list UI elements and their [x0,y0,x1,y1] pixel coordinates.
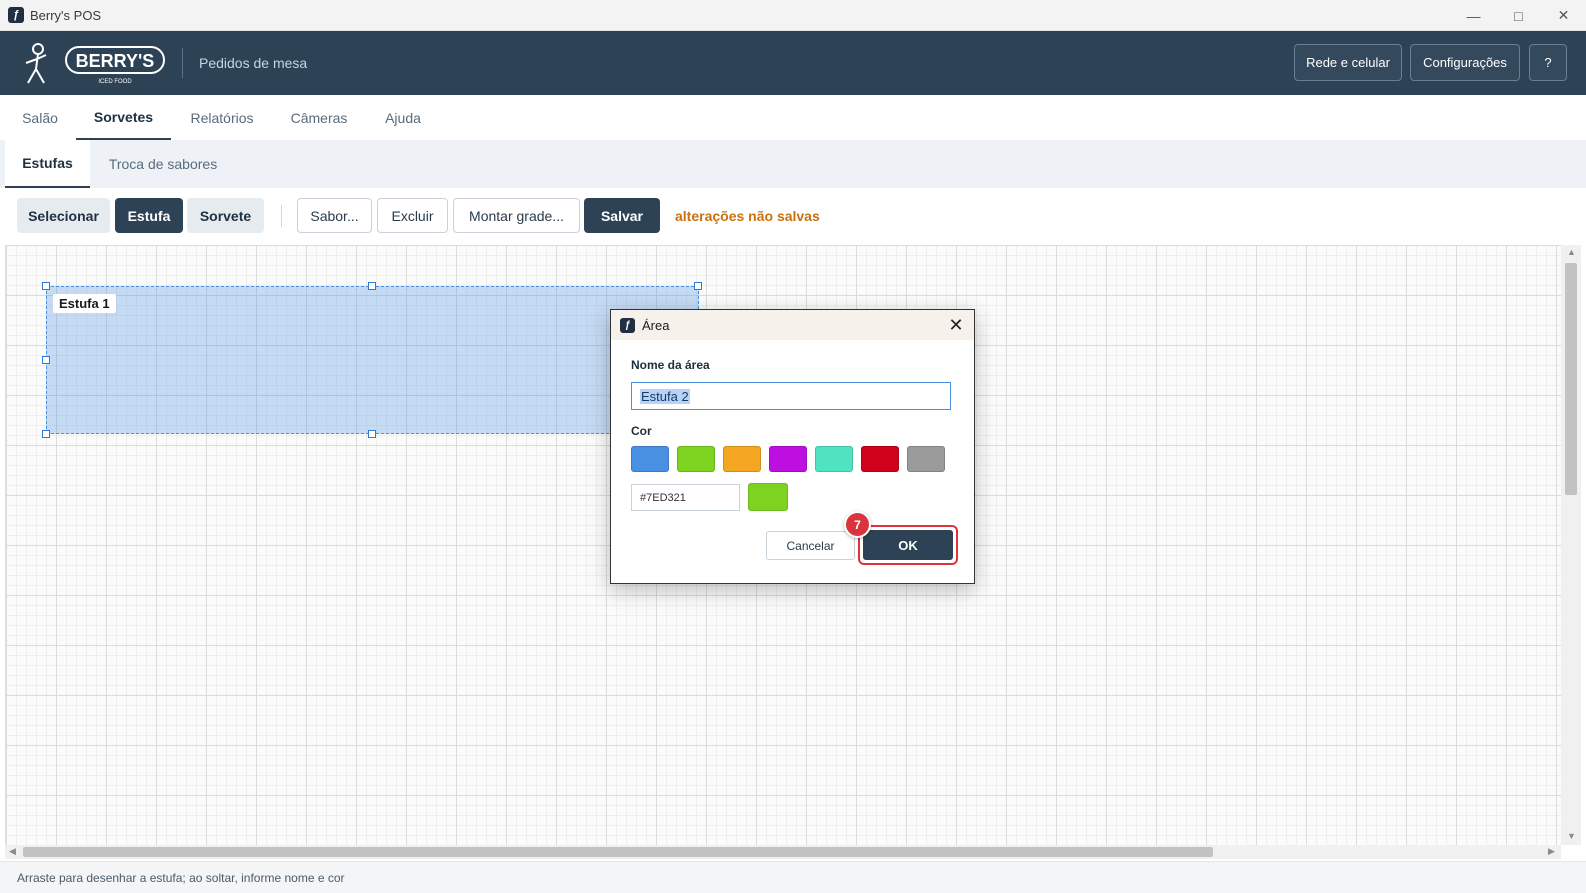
select-mode-button[interactable]: Selecionar [17,198,110,233]
app-header: BERRY'S ICED FOOD Pedidos de mesa Rede e… [0,31,1586,95]
dialog-title: Área [642,317,670,333]
dialog-titlebar: ƒ Área [611,310,974,340]
resize-handle-sw[interactable] [42,430,50,438]
estufa-area[interactable]: Estufa 1 [42,282,702,438]
resize-handle-s[interactable] [368,430,376,438]
sorvete-mode-button[interactable]: Sorvete [187,198,264,233]
area-name-input[interactable]: Estufa 2 [631,382,951,410]
color-swatch-orange[interactable] [723,446,761,472]
tab-relatorios[interactable]: Relatórios [186,95,258,140]
color-swatch-red[interactable] [861,446,899,472]
status-hint: Arraste para desenhar a estufa; ao solta… [17,871,345,885]
settings-button[interactable]: Configurações [1410,44,1520,81]
color-swatch-purple[interactable] [769,446,807,472]
color-swatch-teal[interactable] [815,446,853,472]
toolbar-divider [281,205,282,227]
cancel-button[interactable]: Cancelar [766,531,855,560]
build-grid-button[interactable]: Montar grade... [453,198,580,233]
window-title: Berry's POS [30,7,102,23]
save-button[interactable]: Salvar [584,198,660,233]
color-swatch-blue[interactable] [631,446,669,472]
color-label: Cor [631,424,652,438]
header-divider [182,48,183,78]
color-preview [748,483,788,511]
svg-text:ICED FOOD: ICED FOOD [98,79,132,85]
color-swatch-gray[interactable] [907,446,945,472]
resize-handle-ne[interactable] [694,282,702,290]
flavor-button[interactable]: Sabor... [297,198,372,233]
resize-handle-n[interactable] [368,282,376,290]
app-icon: ƒ [620,317,635,333]
scroll-up-icon[interactable]: ▲ [1567,247,1576,257]
delete-button[interactable]: Excluir [377,198,448,233]
vertical-scrollbar[interactable]: ▲ ▼ [1561,245,1581,845]
color-swatch-green[interactable] [677,446,715,472]
header-subtitle: Pedidos de mesa [199,55,308,71]
step-badge: 7 [844,511,871,538]
area-dialog: ƒ Área ✕ Nome da área Estufa 2 Cor #7ED3… [610,309,975,584]
tab-estufas[interactable]: Estufas [5,140,90,188]
hex-color-input[interactable]: #7ED321 [631,484,740,511]
vertical-scroll-thumb[interactable] [1565,263,1577,495]
status-bar: Arraste para desenhar a estufa; ao solta… [0,861,1586,893]
window-titlebar: ƒ Berry's POS — □ ✕ [0,0,1586,31]
close-window-icon[interactable]: ✕ [1541,0,1586,31]
help-button[interactable]: ? [1529,44,1567,81]
tab-cameras[interactable]: Câmeras [286,95,352,140]
resize-handle-nw[interactable] [42,282,50,290]
unsaved-changes-notice: alterações não salvas [675,208,820,224]
main-tabs: Salão Sorvetes Relatórios Câmeras Ajuda [0,95,1586,140]
tab-ajuda[interactable]: Ajuda [380,95,426,140]
app-icon: ƒ [8,7,24,23]
scroll-down-icon[interactable]: ▼ [1567,831,1576,841]
network-button[interactable]: Rede e celular [1294,44,1402,81]
toolbar: Selecionar Estufa Sorvete Sabor... Exclu… [0,188,1586,245]
scroll-left-icon[interactable]: ◀ [9,846,16,857]
estufa-mode-button[interactable]: Estufa [115,198,183,233]
sub-tabs: Estufas Troca de sabores [0,140,1586,188]
estufa-area-label: Estufa 1 [53,294,116,313]
resize-handle-w[interactable] [42,356,50,364]
window-controls: — □ ✕ [1451,0,1586,31]
ok-button[interactable]: OK [863,530,953,560]
tab-troca-de-sabores[interactable]: Troca de sabores [100,140,226,188]
berrys-logo: BERRY'S ICED FOOD [25,43,165,85]
horizontal-scroll-thumb[interactable] [23,847,1213,857]
tab-salao[interactable]: Salão [18,95,62,140]
scroll-right-icon[interactable]: ▶ [1548,846,1555,857]
area-name-value: Estufa 2 [640,388,690,404]
tab-sorvetes[interactable]: Sorvetes [76,95,171,140]
svg-text:BERRY'S: BERRY'S [76,51,155,71]
name-label: Nome da área [631,358,710,372]
minimize-icon[interactable]: — [1451,0,1496,31]
maximize-icon[interactable]: □ [1496,0,1541,31]
close-icon[interactable]: ✕ [946,315,966,335]
horizontal-scrollbar[interactable]: ◀ ▶ [5,845,1561,859]
